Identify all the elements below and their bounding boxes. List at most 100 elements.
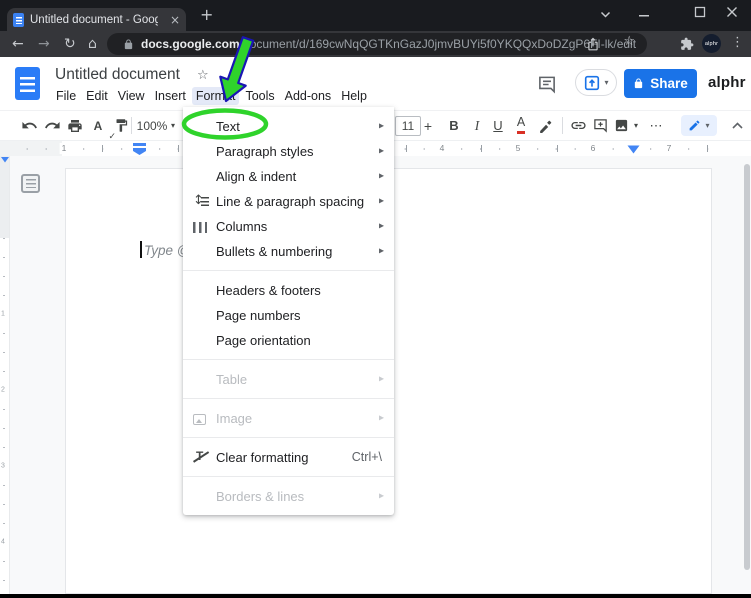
share-page-icon[interactable] <box>586 37 600 51</box>
vertical-ruler-number: 2 <box>1 386 5 394</box>
menubar-item[interactable]: View <box>114 87 149 105</box>
menubar-item[interactable]: Add-ons <box>281 87 336 105</box>
menubar-item[interactable]: Insert <box>151 87 190 105</box>
submenu-arrow-icon: ▸ <box>378 412 384 424</box>
share-button[interactable]: Share <box>624 69 697 98</box>
redo-icon[interactable] <box>41 111 63 140</box>
menu-item-label: Table <box>216 371 248 387</box>
vertical-ruler[interactable]: 1 2 3 4 <box>0 156 10 594</box>
paint-format-icon[interactable] <box>110 111 132 140</box>
docs-favicon-icon <box>13 12 24 27</box>
browser-tab[interactable]: Untitled document - Google Doc × <box>7 8 186 31</box>
menu-item[interactable]: Table ▸ <box>183 367 394 392</box>
ruler-half-tick <box>557 145 558 152</box>
spellcheck-icon[interactable]: A ✓ <box>87 111 116 143</box>
menu-item[interactable] <box>183 437 394 438</box>
text-cursor <box>140 241 142 258</box>
bookmark-star-icon[interactable]: ☆ <box>623 34 635 49</box>
menu-item[interactable] <box>183 398 394 399</box>
italic-icon[interactable]: I <box>469 111 485 140</box>
vertical-ruler-number: 4 <box>1 538 5 546</box>
comment-history-icon[interactable] <box>537 75 557 94</box>
browser-menu-icon[interactable]: ⋮ <box>731 35 744 50</box>
menu-item[interactable]: Bullets & numbering ▸ <box>183 239 394 264</box>
font-size-input[interactable]: 11 <box>395 116 421 136</box>
left-indent-marker[interactable] <box>132 143 147 155</box>
insert-image-icon[interactable] <box>611 111 631 140</box>
vertical-ruler-number: 1 <box>1 310 5 318</box>
close-button[interactable] <box>726 6 738 18</box>
bold-icon[interactable]: B <box>446 111 462 140</box>
docs-logo-icon[interactable] <box>15 67 40 100</box>
menubar-item[interactable]: Help <box>337 87 371 105</box>
mode-caret-icon: ▾ <box>705 121 710 130</box>
zoom-caret-icon[interactable]: ▾ <box>168 111 178 140</box>
menu-item[interactable]: Align & indent ▸ <box>183 164 394 189</box>
menu-item[interactable]: Columns ▸ <box>183 214 394 239</box>
menu-item-label: Align & indent <box>216 168 297 184</box>
submenu-arrow-icon: ▸ <box>378 245 384 257</box>
more-options-icon[interactable]: ⋯ <box>646 111 666 140</box>
docs-menubar: File Edit View Insert Format Tools Add-ons Help <box>51 86 372 106</box>
menu-item[interactable]: Text ▸ <box>183 114 394 139</box>
lock-icon <box>124 39 133 50</box>
tab-search-chevron-icon[interactable] <box>600 11 611 19</box>
underline-icon[interactable]: U <box>490 111 506 140</box>
image-icon <box>193 413 206 425</box>
account-logo[interactable]: alphr <box>708 74 746 91</box>
menu-item[interactable]: Paragraph styles ▸ <box>183 139 394 164</box>
document-outline-icon[interactable] <box>21 174 40 193</box>
new-tab-button[interactable]: + <box>200 5 213 24</box>
menu-item[interactable]: Page orientation <box>183 328 394 353</box>
back-icon[interactable]: ← <box>12 34 24 54</box>
share-lock-icon <box>635 78 643 89</box>
right-indent-marker[interactable] <box>627 145 640 154</box>
profile-avatar[interactable]: alphr <box>702 34 721 53</box>
mode-button[interactable]: ▾ <box>575 69 617 96</box>
editing-mode-button[interactable]: ▾ <box>681 115 717 136</box>
menu-item[interactable] <box>183 476 394 477</box>
add-comment-icon[interactable] <box>590 111 610 140</box>
address-bar[interactable]: docs.google.com/document/d/169cwNqQGTKnG… <box>107 33 647 55</box>
menu-item-label: Paragraph styles <box>216 143 314 159</box>
ruler-number: 6 <box>588 142 598 154</box>
highlight-color-icon[interactable] <box>536 111 556 140</box>
submenu-arrow-icon: ▸ <box>378 120 384 132</box>
menubar-item[interactable]: Tools <box>241 87 278 105</box>
tab-close-icon[interactable]: × <box>170 14 180 26</box>
menu-item[interactable]: Clear formatting Ctrl+\ <box>183 445 394 470</box>
reload-icon[interactable]: ↻ <box>64 34 76 54</box>
text-color-icon[interactable]: A <box>513 111 529 140</box>
image-caret-icon[interactable]: ▾ <box>631 111 641 140</box>
minimize-button[interactable] <box>638 7 650 19</box>
menu-item-label: Bullets & numbering <box>216 243 333 259</box>
maximize-button[interactable] <box>694 6 706 18</box>
menu-item[interactable]: Image ▸ <box>183 406 394 431</box>
ruler-number: 4 <box>437 142 447 154</box>
document-title[interactable]: Untitled document <box>55 66 180 84</box>
menu-item[interactable]: Line & paragraph spacing ▸ <box>183 189 394 214</box>
insert-link-icon[interactable] <box>567 111 589 140</box>
hide-menus-icon[interactable] <box>728 111 746 140</box>
home-icon[interactable]: ⌂ <box>88 34 97 54</box>
ruler-half-tick <box>481 145 482 152</box>
top-margin-marker[interactable] <box>1 157 10 163</box>
menubar-item[interactable]: Format <box>191 87 240 105</box>
print-icon[interactable] <box>64 111 86 140</box>
menu-item[interactable] <box>183 270 394 271</box>
vertical-scrollbar[interactable] <box>744 164 750 570</box>
forward-icon[interactable]: → <box>38 34 50 54</box>
menu-item[interactable]: Headers & footers <box>183 278 394 303</box>
star-document-icon[interactable]: ☆ <box>197 68 209 83</box>
format-menu: Text ▸ Paragraph styles ▸ Align & indent… <box>183 107 394 515</box>
menu-item[interactable]: Borders & lines ▸ <box>183 484 394 509</box>
extensions-icon[interactable] <box>680 37 694 51</box>
increase-font-icon[interactable]: + <box>420 111 436 140</box>
undo-icon[interactable] <box>18 111 40 140</box>
menubar-item[interactable]: File <box>52 87 80 105</box>
toolbar-divider <box>562 117 563 134</box>
menu-item[interactable]: Page numbers <box>183 303 394 328</box>
zoom-select[interactable]: 100% <box>137 111 168 140</box>
menubar-item[interactable]: Edit <box>82 87 112 105</box>
menu-item[interactable] <box>183 359 394 360</box>
